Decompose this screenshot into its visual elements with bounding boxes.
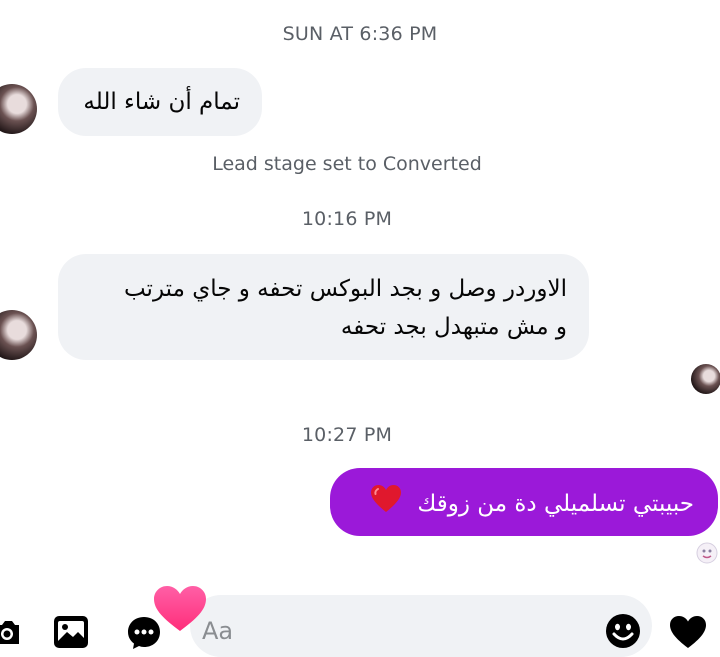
red-heart-emoji-icon bbox=[370, 484, 402, 525]
contact-avatar[interactable] bbox=[0, 310, 37, 360]
camera-icon[interactable] bbox=[0, 617, 20, 647]
system-event-text: Lead stage set to Converted bbox=[212, 153, 482, 175]
message-status-icon bbox=[696, 542, 718, 564]
message-text-line: و مش متبهدل بجد تحفه bbox=[340, 314, 567, 340]
timestamp: SUN AT 6:36 PM bbox=[282, 23, 438, 45]
seen-receipt-avatar bbox=[691, 364, 720, 394]
message-text-line: الاوردر وصل و بجد البوكس تحفه و جاي مترت… bbox=[123, 276, 567, 302]
photo-gallery-icon[interactable] bbox=[53, 615, 89, 649]
timestamp: 10:27 PM bbox=[301, 424, 393, 446]
floating-heart-reaction-icon bbox=[152, 585, 208, 633]
incoming-message-bubble[interactable]: تمام أن شاء الله bbox=[58, 68, 262, 136]
incoming-message-bubble[interactable]: الاوردر وصل و بجد البوكس تحفه و جاي مترت… bbox=[58, 254, 589, 360]
outgoing-message-bubble[interactable]: حبيبتي تسلميلي دة من زوقك bbox=[330, 468, 718, 536]
contact-avatar[interactable] bbox=[0, 84, 37, 134]
message-text: تمام أن شاء الله bbox=[83, 89, 240, 115]
message-input[interactable] bbox=[190, 595, 652, 657]
emoji-icon[interactable] bbox=[605, 613, 641, 649]
timestamp: 10:16 PM bbox=[301, 208, 393, 230]
heart-icon[interactable] bbox=[669, 615, 707, 649]
message-text: حبيبتي تسلميلي دة من زوقك bbox=[417, 491, 694, 517]
